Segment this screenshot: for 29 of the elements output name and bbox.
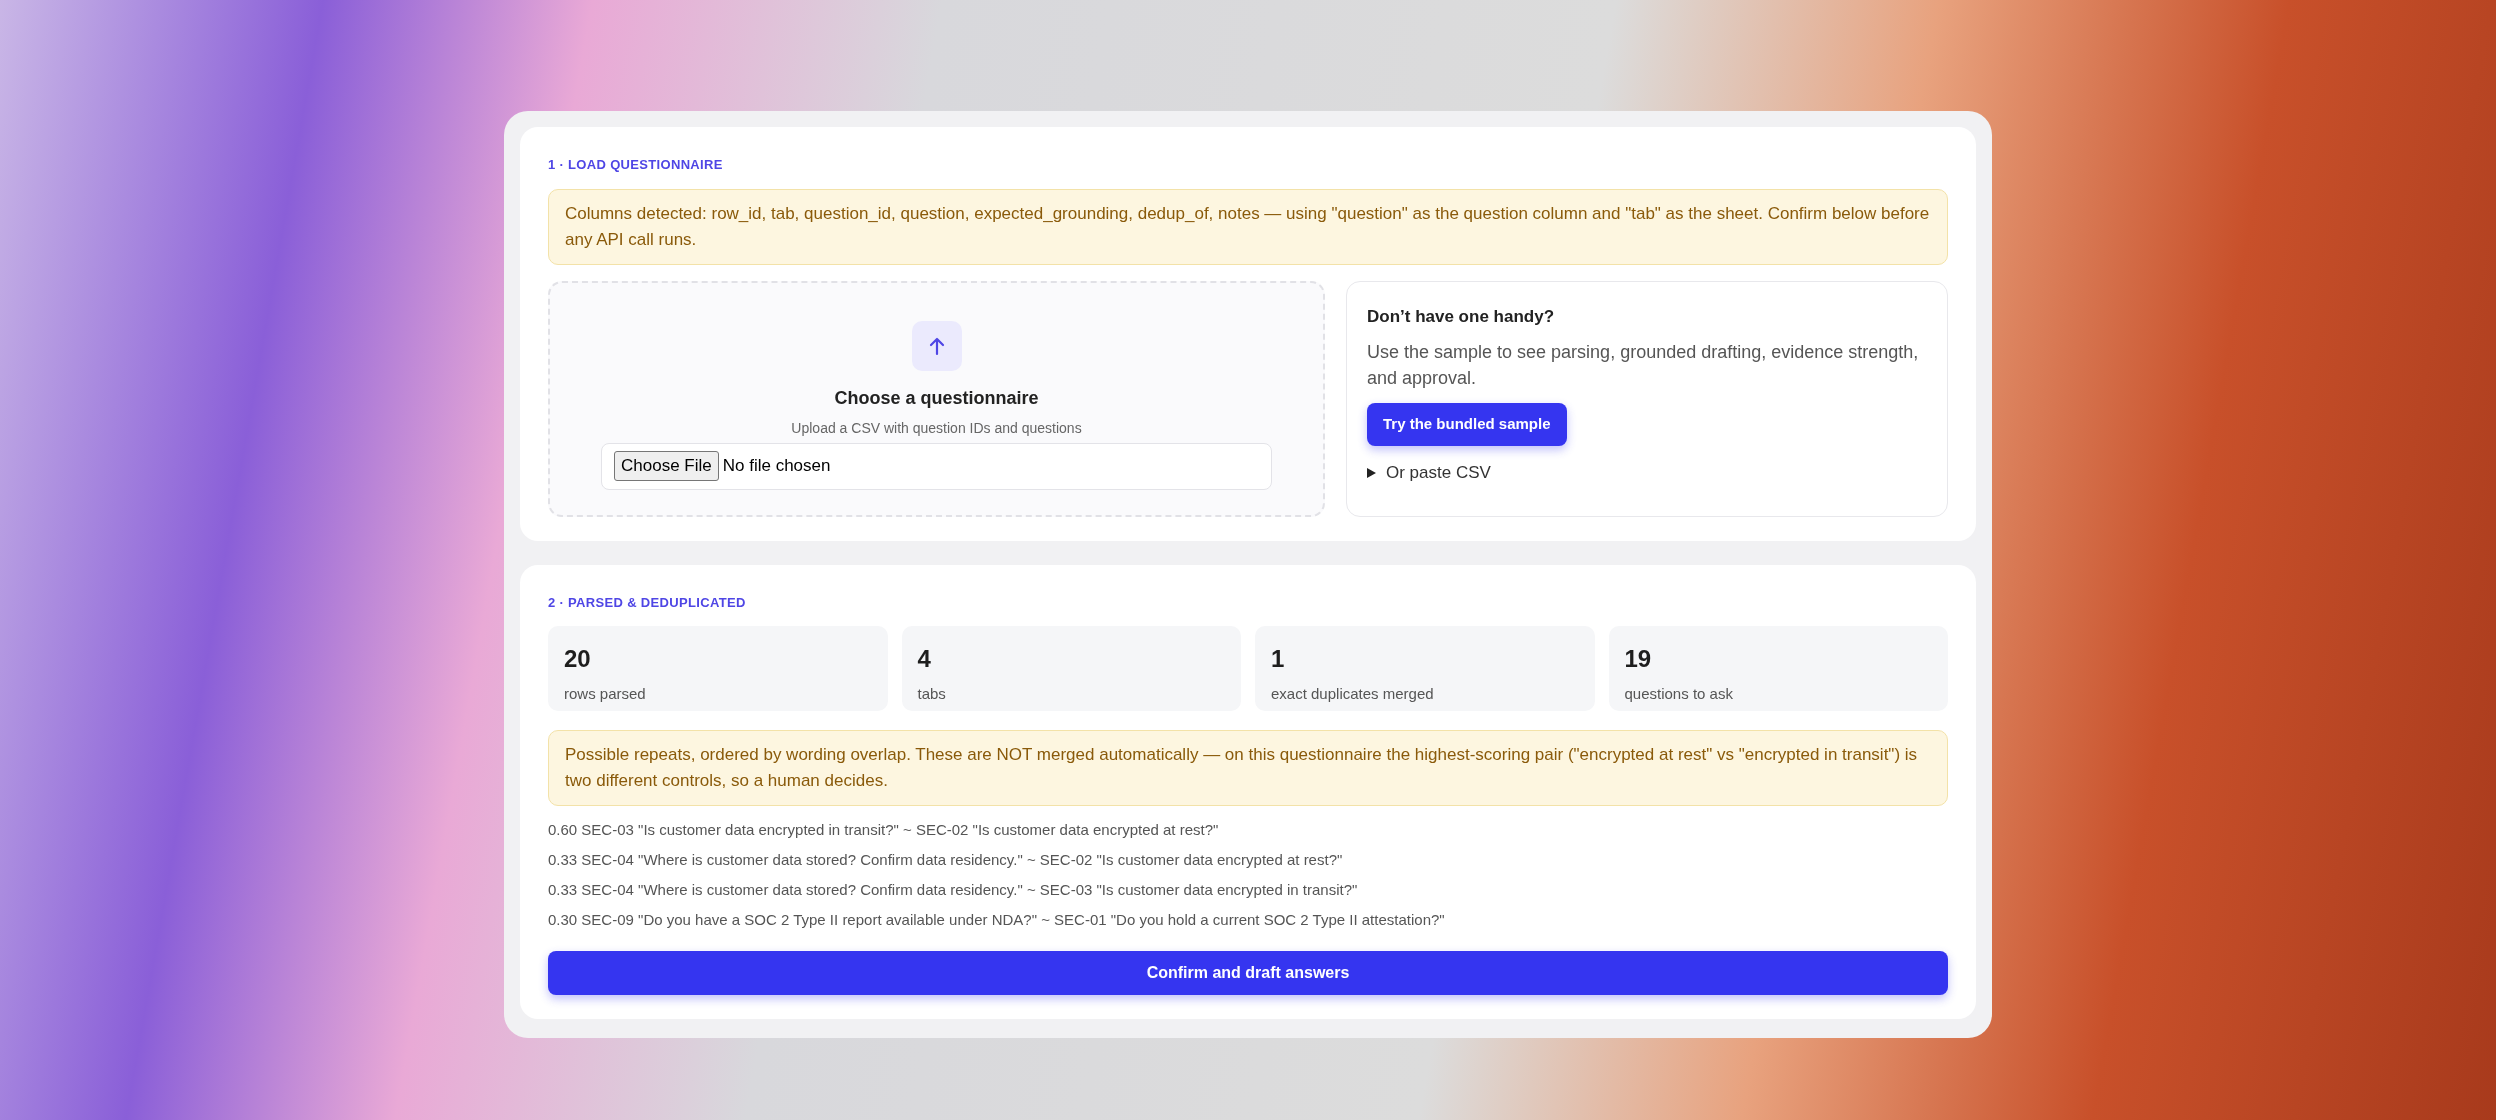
stat-label: rows parsed [564, 684, 646, 704]
stat-value: 19 [1624, 644, 1652, 674]
notice-banner: Columns detected: row_id, tab, question_id, question, expected_grounding, dedup_of, notes — using "question" as the question column and "tab" as the sheet. Confirm below before any API call runs. [548, 188, 1948, 265]
stat-value: 1 [1271, 644, 1285, 674]
section-heading: 1 · LOAD QUESTIONNAIRE [548, 156, 724, 174]
stat-label: questions to ask [1624, 684, 1733, 704]
upload-arrow-icon [927, 335, 946, 356]
notice-banner: Possible repeats, ordered by wording overlap. These are NOT merged automatically — on this questionnaire the highest-scoring pair ("encrypted at rest" vs "encrypted in transit") is two different controls, so a human decides. [548, 730, 1948, 806]
stat-label: exact duplicates merged [1271, 684, 1434, 704]
section-heading: 2 · PARSED & DEDUPLICATED [548, 593, 747, 612]
paste-csv-toggle[interactable]: Or paste CSV [1367, 460, 1491, 486]
repeat-pair-text: 0.33 SEC-04 "Where is customer data stored? Confirm data residency." ~ SEC-02 "Is customer data encrypted at rest?" [548, 850, 1344, 869]
sample-title: Don’t have one handy? [1367, 305, 1555, 328]
upload-title: Choose a questionnaire [834, 386, 1039, 410]
repeat-pair-text: 0.60 SEC-03 "Is customer data encrypted in transit?" ~ SEC-02 "Is customer data encrypted at rest?" [548, 820, 1220, 839]
repeat-pair-text: 0.30 SEC-09 "Do you have a SOC 2 Type II report available under NDA?" ~ SEC-01 "Do you hold a current SOC 2 Type II attestation?" [548, 910, 1446, 929]
try-sample-button[interactable]: Try the bundled sample [1367, 403, 1567, 446]
file-status-text: No file chosen [722, 455, 831, 478]
repeat-pair-text: 0.33 SEC-04 "Where is customer data stored? Confirm data residency." ~ SEC-03 "Is customer data encrypted in transit?" [548, 880, 1359, 899]
upload-dropzone[interactable]: Choose a questionnaire Upload a CSV with question IDs and questions Choose File No file chosen [548, 280, 1325, 517]
stat-value: 20 [564, 644, 591, 674]
upload-hint: Upload a CSV with question IDs and questions [791, 418, 1082, 438]
stat-label: tabs [917, 684, 946, 704]
confirm-draft-button[interactable]: Confirm and draft answers [548, 951, 1948, 995]
choose-file-button[interactable]: Choose File [614, 451, 719, 481]
stat-value: 4 [917, 644, 931, 674]
sample-description: Use the sample to see parsing, grounded drafting, evidence strength, and approval. [1367, 341, 1920, 390]
disclosure-triangle-icon [1367, 467, 1376, 478]
file-input-field[interactable]: Choose File No file chosen [601, 442, 1272, 490]
